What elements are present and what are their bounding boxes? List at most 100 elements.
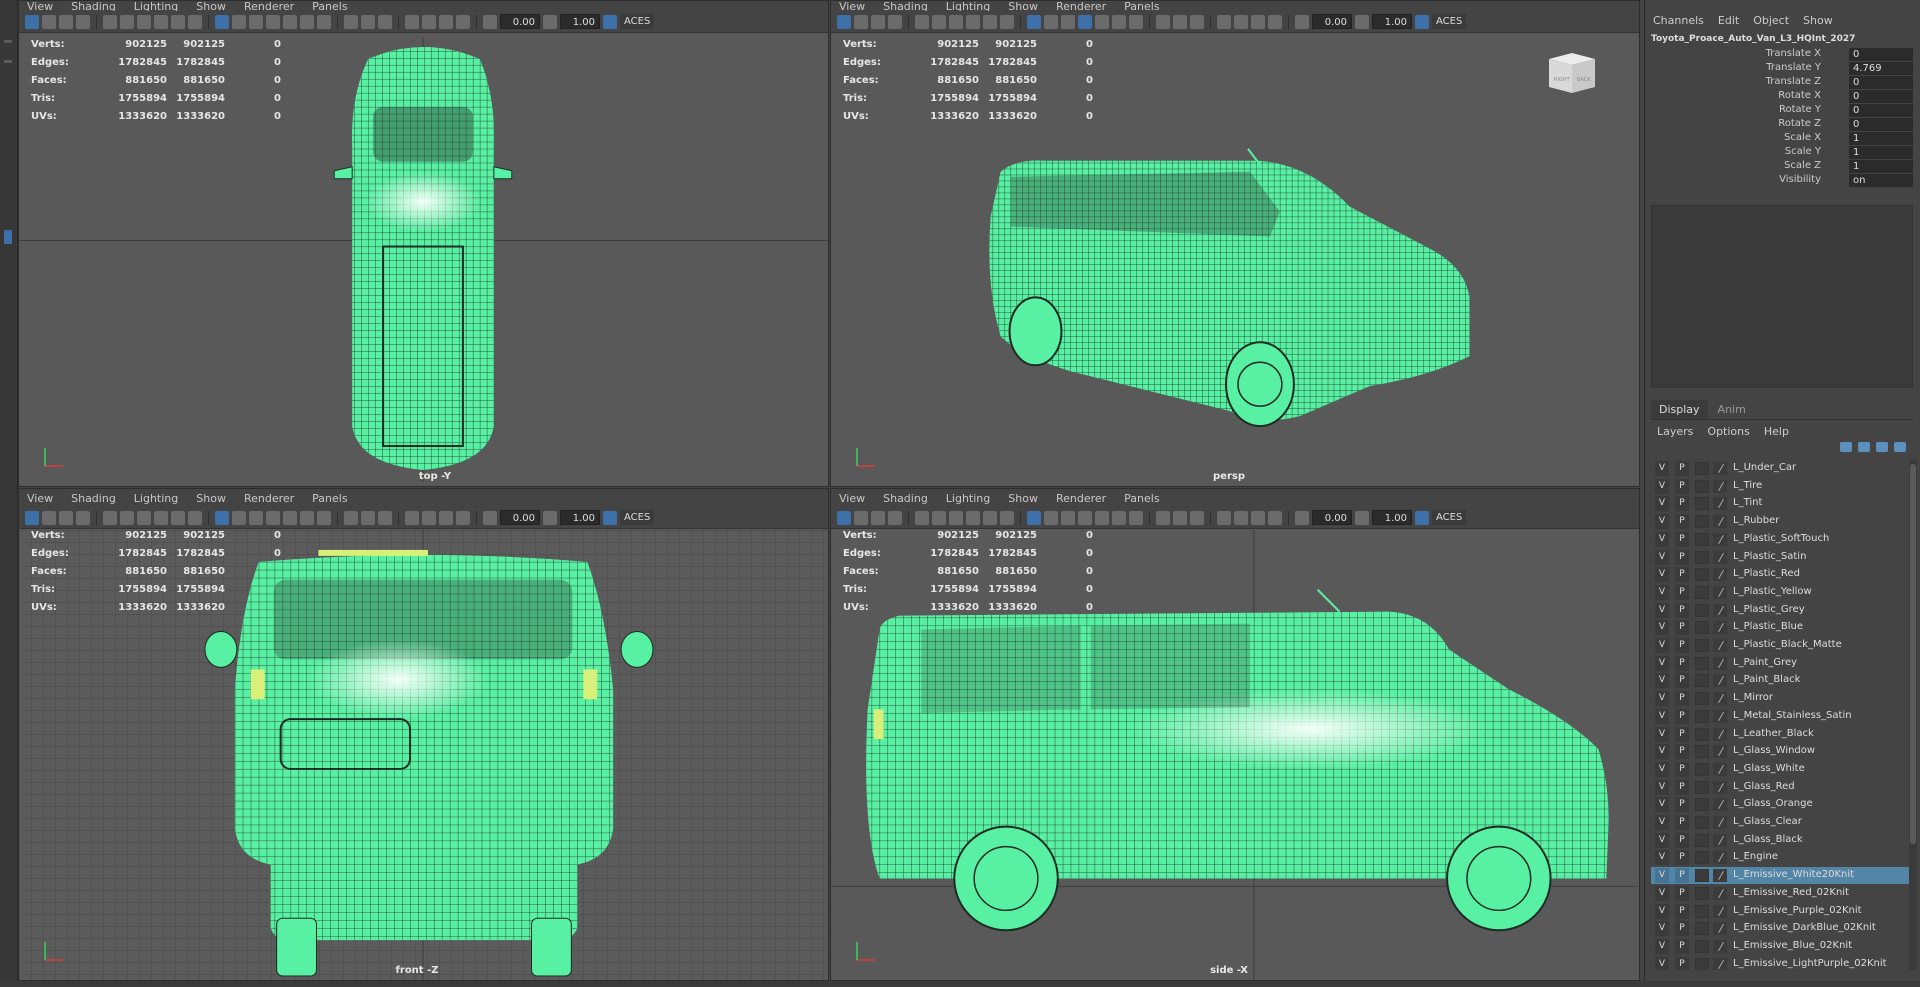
safe-title-icon[interactable] <box>188 14 202 29</box>
resolution-gate-icon[interactable] <box>120 510 134 525</box>
anti-aliasing-icon[interactable] <box>1190 14 1204 29</box>
wireframe-icon[interactable] <box>1044 510 1058 525</box>
scrollbar-thumb[interactable] <box>1910 464 1916 844</box>
layer-display-type-icon[interactable] <box>1713 550 1727 564</box>
safe-action-icon[interactable] <box>171 14 185 29</box>
layer-display-type-icon[interactable] <box>1713 745 1727 759</box>
layer-name[interactable]: L_Plastic_Blue <box>1733 621 1803 632</box>
field-chart-icon[interactable] <box>966 510 980 525</box>
menu-help[interactable]: Help <box>1764 425 1789 438</box>
layer-playback-toggle[interactable]: P <box>1675 850 1689 866</box>
layer-name[interactable]: L_Plastic_Satin <box>1733 551 1806 562</box>
gamma-icon[interactable] <box>1355 510 1369 525</box>
move-layer-up-icon[interactable] <box>1840 442 1852 452</box>
attr-label[interactable]: Rotate Z <box>1778 118 1821 129</box>
layer-color-swatch[interactable] <box>1695 603 1709 617</box>
wireframe-icon[interactable] <box>232 14 246 29</box>
layer-visibility-toggle[interactable]: V <box>1655 496 1669 512</box>
grid-icon[interactable] <box>1027 14 1041 29</box>
gamma-field[interactable]: 1.00 <box>1372 510 1412 525</box>
layer-color-swatch[interactable] <box>1695 851 1709 865</box>
layer-color-swatch[interactable] <box>1695 727 1709 741</box>
layer-name[interactable]: L_Emissive_White20Knit <box>1733 869 1854 880</box>
layer-playback-toggle[interactable]: P <box>1675 885 1689 901</box>
gate-mask-icon[interactable] <box>137 14 151 29</box>
ambient-occlusion-icon[interactable] <box>1156 510 1170 525</box>
layer-row[interactable]: V P L_Emissive_White20Knit <box>1651 867 1909 885</box>
isolate-select-icon[interactable] <box>1217 510 1231 525</box>
new-empty-layer-icon[interactable] <box>1876 442 1888 452</box>
view-transform-select[interactable]: ACES <box>1432 510 1467 525</box>
safe-title-icon[interactable] <box>188 510 202 525</box>
van-mesh-persp[interactable] <box>831 33 1639 486</box>
ambient-occlusion-icon[interactable] <box>344 14 358 29</box>
layer-color-swatch[interactable] <box>1695 585 1709 599</box>
layer-name[interactable]: L_Plastic_Yellow <box>1733 586 1812 597</box>
object-name[interactable]: Toyota_Proace_Auto_Van_L3_HQInt_2027 <box>1651 34 1855 44</box>
layer-playback-toggle[interactable]: P <box>1675 602 1689 618</box>
layer-display-type-icon[interactable] <box>1713 621 1727 635</box>
layer-playback-toggle[interactable]: P <box>1675 938 1689 954</box>
menu-view[interactable]: View <box>839 492 865 505</box>
color-management-icon[interactable] <box>603 510 617 525</box>
gamma-icon[interactable] <box>543 510 557 525</box>
layer-row[interactable]: V P L_Tint <box>1651 495 1909 512</box>
layer-display-type-icon[interactable] <box>1713 816 1727 829</box>
smooth-shade-icon[interactable] <box>249 14 263 29</box>
move-layer-down-icon[interactable] <box>1858 442 1870 452</box>
layer-color-swatch[interactable] <box>1695 762 1709 776</box>
layer-name[interactable]: L_Glass_Clear <box>1733 816 1802 827</box>
film-gate-icon[interactable] <box>103 14 117 29</box>
layer-playback-toggle[interactable]: P <box>1675 903 1689 919</box>
attr-value-field[interactable]: on <box>1849 174 1913 187</box>
view-transform-select[interactable]: ACES <box>620 510 655 525</box>
layer-visibility-toggle[interactable]: V <box>1655 868 1669 884</box>
layer-row[interactable]: V P L_Under_Car <box>1651 460 1909 477</box>
smooth-shade-icon[interactable] <box>1061 510 1075 525</box>
film-gate-icon[interactable] <box>915 510 929 525</box>
layer-visibility-toggle[interactable]: V <box>1655 673 1669 689</box>
layer-color-swatch[interactable] <box>1695 833 1709 847</box>
layer-playback-toggle[interactable]: P <box>1675 726 1689 742</box>
menu-lighting[interactable]: Lighting <box>946 492 990 505</box>
color-management-icon[interactable] <box>603 14 617 29</box>
attr-label[interactable]: Translate Y <box>1766 62 1821 73</box>
layer-list-scrollbar[interactable] <box>1909 460 1917 970</box>
backface-icon[interactable] <box>456 510 470 525</box>
ambient-occlusion-icon[interactable] <box>1156 14 1170 29</box>
attr-label[interactable]: Rotate Y <box>1779 104 1821 115</box>
lights-icon[interactable] <box>300 510 314 525</box>
layer-color-swatch[interactable] <box>1695 904 1709 918</box>
gate-mask-icon[interactable] <box>137 510 151 525</box>
layer-name[interactable]: L_Glass_Black <box>1733 834 1803 845</box>
menu-show[interactable]: Show <box>1803 14 1833 27</box>
layer-name[interactable]: L_Plastic_Grey <box>1733 604 1805 615</box>
layer-color-swatch[interactable] <box>1695 462 1709 475</box>
default-material-icon[interactable] <box>1078 14 1092 29</box>
layer-color-swatch[interactable] <box>1695 692 1709 706</box>
textured-icon[interactable] <box>1095 510 1109 525</box>
layer-display-type-icon[interactable] <box>1713 780 1727 794</box>
attr-value-field[interactable]: 0 <box>1849 104 1913 117</box>
layer-playback-toggle[interactable]: P <box>1675 478 1689 494</box>
menu-panels[interactable]: Panels <box>1124 492 1159 505</box>
gamma-field[interactable]: 1.00 <box>1372 14 1412 29</box>
attr-label[interactable]: Scale Y <box>1785 146 1821 157</box>
motion-blur-icon[interactable] <box>1173 510 1187 525</box>
layer-visibility-toggle[interactable]: V <box>1655 549 1669 565</box>
menu-shading[interactable]: Shading <box>71 492 116 505</box>
color-management-icon[interactable] <box>1415 510 1429 525</box>
camera-attributes-icon[interactable] <box>854 14 868 29</box>
layer-visibility-toggle[interactable]: V <box>1655 567 1669 583</box>
image-plane-icon[interactable] <box>888 14 902 29</box>
layer-playback-toggle[interactable]: P <box>1675 868 1689 884</box>
layer-playback-toggle[interactable]: P <box>1675 549 1689 565</box>
layer-name[interactable]: L_Emissive_DarkBlue_02Knit <box>1733 922 1876 933</box>
layer-visibility-toggle[interactable]: V <box>1655 478 1669 494</box>
exposure-icon[interactable] <box>483 510 497 525</box>
isolate-select-icon[interactable] <box>1217 14 1231 29</box>
layer-name[interactable]: L_Glass_Red <box>1733 781 1795 792</box>
layer-display-type-icon[interactable] <box>1713 833 1727 847</box>
wireframe-icon[interactable] <box>1044 14 1058 29</box>
motion-blur-icon[interactable] <box>361 14 375 29</box>
